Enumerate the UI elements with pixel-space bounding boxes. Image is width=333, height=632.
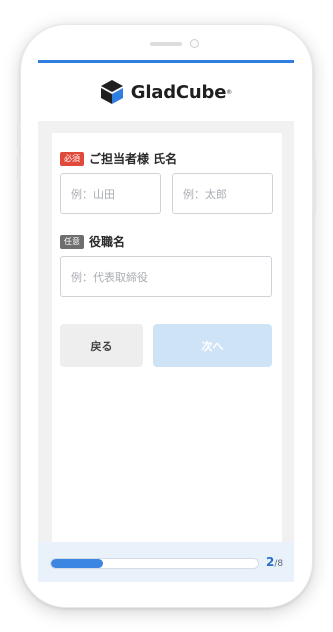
form-card: 必須 ご担当者様 氏名 例：山田 例：太郎 任意 役職名 例：代表取締役 戻る … <box>52 133 282 553</box>
optional-badge: 任意 <box>60 234 84 249</box>
progress-footer: 2/8 <box>38 542 294 582</box>
step-counter: 2/8 <box>266 555 283 569</box>
brand-logo: GladCube ® <box>100 79 233 105</box>
cube-logo-icon <box>100 80 123 104</box>
progress-fill <box>51 559 103 568</box>
phone-speaker <box>150 42 182 46</box>
title-label-row: 任意 役職名 <box>60 233 125 250</box>
back-button[interactable]: 戻る <box>60 324 143 367</box>
first-name-input[interactable]: 例：太郎 <box>172 173 273 214</box>
app-screen: GladCube ® 必須 ご担当者様 氏名 例：山田 例：太郎 任意 役職名 例… <box>38 60 294 582</box>
job-title-placeholder: 例：代表取締役 <box>71 270 148 284</box>
job-title-field-label: 役職名 <box>89 235 126 249</box>
volume-down-button <box>17 155 20 181</box>
registered-mark: ® <box>226 88 233 96</box>
name-label-row: 必須 ご担当者様 氏名 <box>60 150 177 167</box>
brand-name: GladCube <box>130 81 227 103</box>
phone-camera <box>190 39 199 48</box>
progress-bar <box>50 558 259 569</box>
name-field-label: ご担当者様 氏名 <box>89 152 178 166</box>
app-header: GladCube ® <box>38 63 294 121</box>
required-badge: 必須 <box>60 151 84 166</box>
job-title-input[interactable]: 例：代表取締役 <box>60 256 272 297</box>
next-button[interactable]: 次へ <box>153 324 272 367</box>
last-name-input[interactable]: 例：山田 <box>60 173 161 214</box>
total-steps: /8 <box>274 559 284 569</box>
volume-up-button <box>17 122 20 148</box>
first-name-placeholder: 例：太郎 <box>183 187 227 201</box>
power-button <box>313 158 316 214</box>
last-name-placeholder: 例：山田 <box>71 187 115 201</box>
